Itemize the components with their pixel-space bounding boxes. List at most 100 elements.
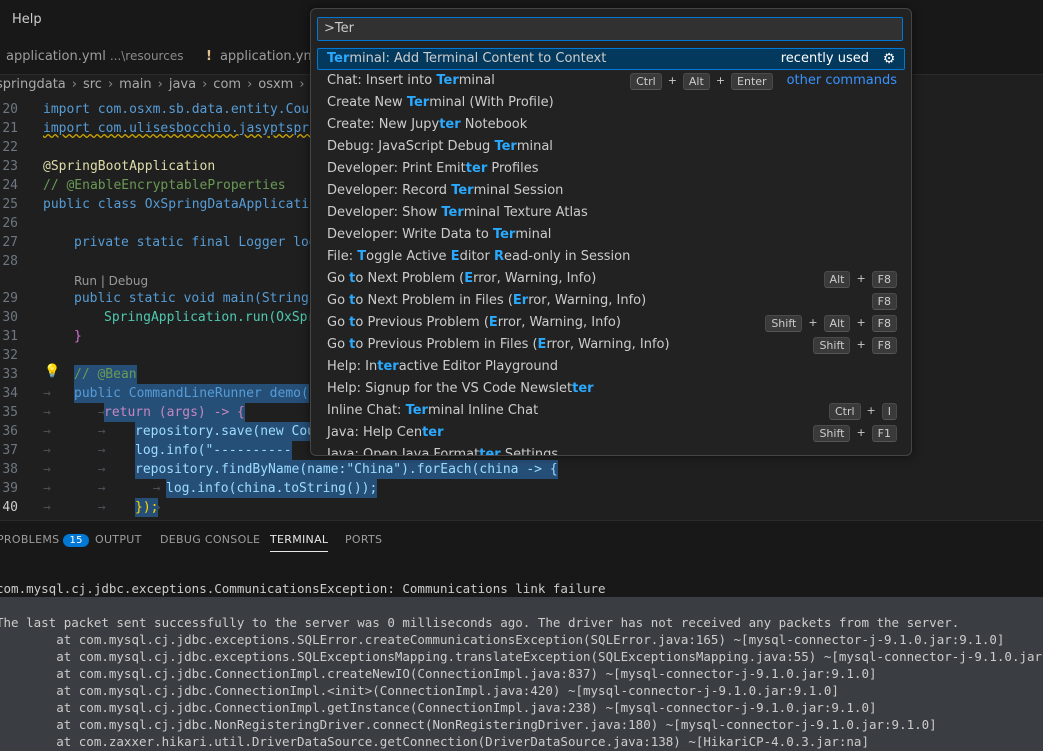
terminal-line: at com.mysql.cj.jdbc.exceptions.SQLExcep… bbox=[0, 649, 1043, 664]
line-number: 31 bbox=[2, 329, 18, 344]
terminal-line: The last packet sent successfully to the… bbox=[0, 615, 960, 630]
command-label: Create New Terminal (With Profile) bbox=[327, 95, 554, 110]
terminal-line: at com.mysql.cj.jdbc.NonRegisteringDrive… bbox=[0, 717, 937, 732]
command-item[interactable]: Inline Chat: Terminal Inline Chat Ctrl + I bbox=[317, 400, 905, 422]
command-item[interactable]: Create New Terminal (With Profile) bbox=[317, 92, 905, 114]
line-number: 40 bbox=[2, 500, 18, 515]
keybinding-key: Alt bbox=[682, 72, 710, 90]
breadcrumb-item[interactable]: java bbox=[169, 77, 196, 92]
command-item[interactable]: Developer: Record Terminal Session bbox=[317, 180, 905, 202]
code-text: import com.osxm.sb.data.entity.Cou bbox=[43, 102, 310, 117]
keybinding-key: Ctrl bbox=[630, 72, 662, 90]
tab-application-yml-resources[interactable]: application.yml ...\resources bbox=[6, 40, 183, 74]
command-item[interactable]: Go to Next Problem in Files (Error, Warn… bbox=[317, 290, 905, 312]
code-text: repository.save(new Cou bbox=[135, 422, 316, 441]
code-line: 40 → → →}); bbox=[0, 498, 1043, 517]
tab-label: application.yml bbox=[6, 49, 106, 64]
code-text: @SpringBootApplication bbox=[43, 159, 216, 174]
command-item[interactable]: Developer: Print Emitter Profiles bbox=[317, 158, 905, 180]
command-label: Java: Help Center bbox=[327, 425, 444, 440]
command-label: Go to Next Problem in Files (Error, Warn… bbox=[327, 293, 647, 308]
tab-output[interactable]: OUTPUT bbox=[95, 533, 142, 546]
breadcrumb-item[interactable]: com bbox=[213, 77, 241, 92]
line-number: 25 bbox=[2, 197, 18, 212]
line-number: 22 bbox=[2, 140, 18, 155]
tab-ports[interactable]: PORTS bbox=[345, 533, 382, 546]
command-item[interactable]: Developer: Write Data to Terminal bbox=[317, 224, 905, 246]
codelens-run-debug[interactable]: Run | Debug bbox=[74, 274, 148, 288]
breadcrumb-item[interactable]: osxm bbox=[258, 77, 293, 92]
command-palette-input[interactable]: >Ter bbox=[317, 17, 903, 41]
keybinding-key: F8 bbox=[871, 270, 897, 288]
command-item[interactable]: Help: Signup for the VS Code Newsletter bbox=[317, 378, 905, 400]
warning-icon: ! bbox=[206, 49, 212, 64]
command-item[interactable]: Java: Open Java Formatter Settings bbox=[317, 444, 905, 456]
command-label: Java: Open Java Formatter Settings bbox=[327, 447, 559, 456]
command-label: Go to Next Problem (Error, Warning, Info… bbox=[327, 271, 597, 286]
code-text: } bbox=[74, 329, 82, 344]
command-item[interactable]: Help: Interactive Editor Playground bbox=[317, 356, 905, 378]
line-number: 32 bbox=[2, 348, 18, 363]
breadcrumb-item[interactable]: src bbox=[83, 77, 102, 92]
command-item[interactable]: Debug: JavaScript Debug Terminal bbox=[317, 136, 905, 158]
line-number: 30 bbox=[2, 310, 18, 325]
terminal-line: at com.mysql.cj.jdbc.ConnectionImpl.crea… bbox=[0, 666, 877, 681]
command-item[interactable]: Create: New Jupyter Notebook bbox=[317, 114, 905, 136]
terminal-line: at com.mysql.cj.jdbc.exceptions.SQLError… bbox=[0, 632, 1005, 647]
command-label: Create: New Jupyter Notebook bbox=[327, 117, 528, 132]
keybinding-key: F1 bbox=[871, 424, 897, 442]
command-label: Help: Interactive Editor Playground bbox=[327, 359, 559, 374]
command-item[interactable]: Go to Previous Problem in Files (Error, … bbox=[317, 334, 905, 356]
keybinding-key: Shift bbox=[765, 314, 803, 332]
line-number: 38 bbox=[2, 462, 18, 477]
tab-terminal[interactable]: TERMINAL bbox=[270, 533, 329, 552]
terminal-line: at com.mysql.cj.jdbc.ConnectionImpl.getI… bbox=[0, 700, 877, 715]
gear-icon[interactable]: ⚙ bbox=[881, 51, 897, 67]
keybinding-key: I bbox=[881, 402, 897, 420]
command-label: Developer: Print Emitter Profiles bbox=[327, 161, 539, 176]
command-label: Developer: Show Terminal Texture Atlas bbox=[327, 205, 588, 220]
breadcrumb: springdata›src›main›java›com›osxm›sb›da bbox=[0, 74, 359, 96]
code-text: public static void main(String[ bbox=[74, 291, 317, 306]
command-item[interactable]: File: Toggle Active Editor Read-only in … bbox=[317, 246, 905, 268]
line-number: 26 bbox=[2, 216, 18, 231]
command-item[interactable]: Developer: Show Terminal Texture Atlas bbox=[317, 202, 905, 224]
code-line: 39 → → → → log.info(china.toString()); bbox=[0, 479, 1043, 498]
tab-label: application.yml bbox=[219, 49, 320, 64]
terminal-line: at com.zaxxer.hikari.util.DriverDataSour… bbox=[0, 734, 869, 749]
keybinding-key: Ctrl bbox=[828, 402, 861, 420]
line-number: 29 bbox=[2, 291, 18, 306]
command-label: File: Toggle Active Editor Read-only in … bbox=[327, 249, 631, 264]
code-text: public class OxSpringDataApplicatio bbox=[43, 197, 317, 212]
tab-debug-console[interactable]: DEBUG CONSOLE bbox=[160, 533, 260, 546]
other-commands-link[interactable]: other commands bbox=[787, 70, 897, 92]
command-label: Debug: JavaScript Debug Terminal bbox=[327, 139, 553, 154]
keybinding-key: F8 bbox=[871, 292, 897, 310]
command-item[interactable]: Go to Previous Problem (Error, Warning, … bbox=[317, 312, 905, 334]
command-palette: >Ter Terminal: Add Terminal Content to C… bbox=[310, 8, 912, 456]
line-number: 36 bbox=[2, 424, 18, 439]
line-number: 35 bbox=[2, 405, 18, 420]
command-item[interactable]: Chat: Insert into Terminal Ctrl + Alt + Ente… bbox=[317, 70, 905, 92]
command-label: Go to Previous Problem (Error, Warning, … bbox=[327, 315, 621, 330]
tab-problems[interactable]: PROBLEMS 15 bbox=[0, 533, 89, 547]
command-item[interactable]: Go to Next Problem (Error, Warning, Info… bbox=[317, 268, 905, 290]
command-item[interactable]: Java: Help Center Shift + F1 bbox=[317, 422, 905, 444]
command-label: Help: Signup for the VS Code Newsletter bbox=[327, 381, 594, 396]
panel-tabs: PROBLEMS 15 OUTPUT DEBUG CONSOLE TERMINAL… bbox=[0, 521, 1043, 559]
line-number: 34 bbox=[2, 386, 18, 401]
command-item[interactable]: Terminal: Add Terminal Content to Contex… bbox=[317, 48, 905, 70]
code-text: repository.findByName(name:"China").forE… bbox=[135, 460, 558, 479]
command-label: Chat: Insert into Terminal bbox=[327, 73, 495, 88]
code-text: // @EnableEncryptableProperties bbox=[43, 178, 286, 193]
line-number: 37 bbox=[2, 443, 18, 458]
line-number: 24 bbox=[2, 178, 18, 193]
keybinding-key: Shift bbox=[813, 336, 851, 354]
breadcrumb-item[interactable]: springdata bbox=[0, 77, 66, 92]
tab-application-yml-modified[interactable]: ! application.yml bbox=[206, 40, 320, 74]
code-text: log.info(china.toString()); bbox=[166, 479, 378, 498]
code-text: import com.ulisesbocchio.jasyptspri bbox=[43, 121, 317, 136]
menu-help[interactable]: Help bbox=[12, 12, 42, 27]
breadcrumb-item[interactable]: main bbox=[119, 77, 151, 92]
line-number: 28 bbox=[2, 254, 18, 269]
